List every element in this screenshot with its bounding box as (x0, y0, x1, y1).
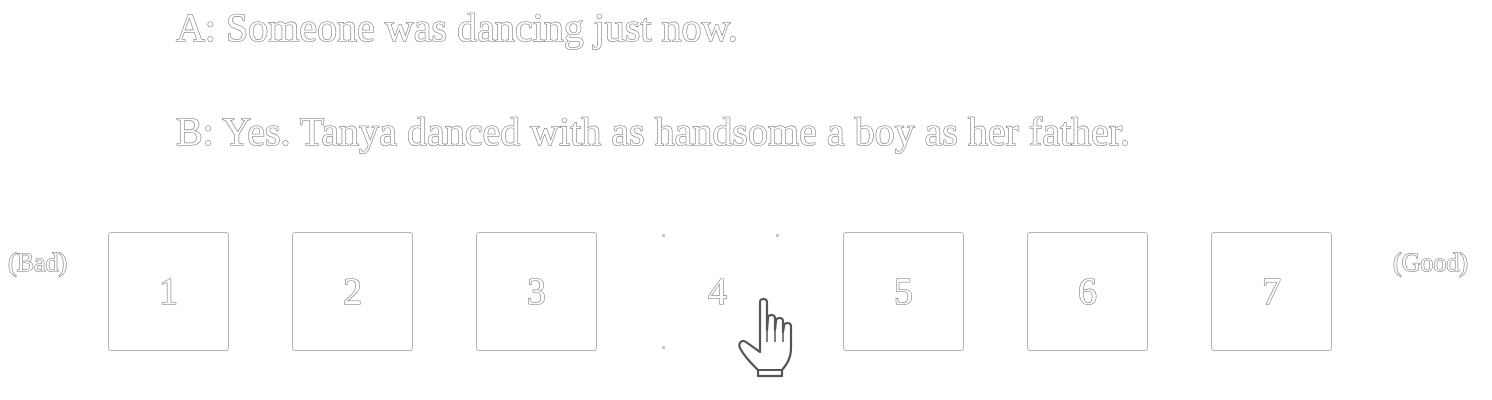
scale-low-label: (Bad) (7, 248, 68, 277)
scale-high-label: (Good) (1392, 248, 1469, 277)
rating-option-6[interactable]: 6 (1027, 232, 1148, 351)
rating-option-label: 7 (1261, 270, 1281, 313)
rating-option-label: 2 (342, 270, 362, 313)
rating-option-5[interactable]: 5 (843, 232, 964, 351)
dialogue-line-b: B: Yes. Tanya danced with as handsome a … (175, 109, 1131, 154)
dialogue-line-a: A: Someone was dancing just now. (175, 5, 738, 50)
rating-option-label: 1 (158, 270, 178, 313)
rating-option-label: 4 (707, 270, 727, 313)
rating-option-label: 5 (893, 270, 913, 313)
rating-option-4[interactable]: 4 (660, 232, 781, 351)
box-corner-mark (662, 234, 665, 237)
rating-option-label: 3 (526, 270, 546, 313)
box-corner-mark (662, 346, 665, 349)
rating-option-label: 6 (1077, 270, 1097, 313)
rating-option-1[interactable]: 1 (108, 232, 229, 351)
rating-option-3[interactable]: 3 (476, 232, 597, 351)
box-corner-mark (776, 234, 779, 237)
box-corner-mark (776, 346, 779, 349)
rating-option-2[interactable]: 2 (292, 232, 413, 351)
rating-option-7[interactable]: 7 (1211, 232, 1332, 351)
